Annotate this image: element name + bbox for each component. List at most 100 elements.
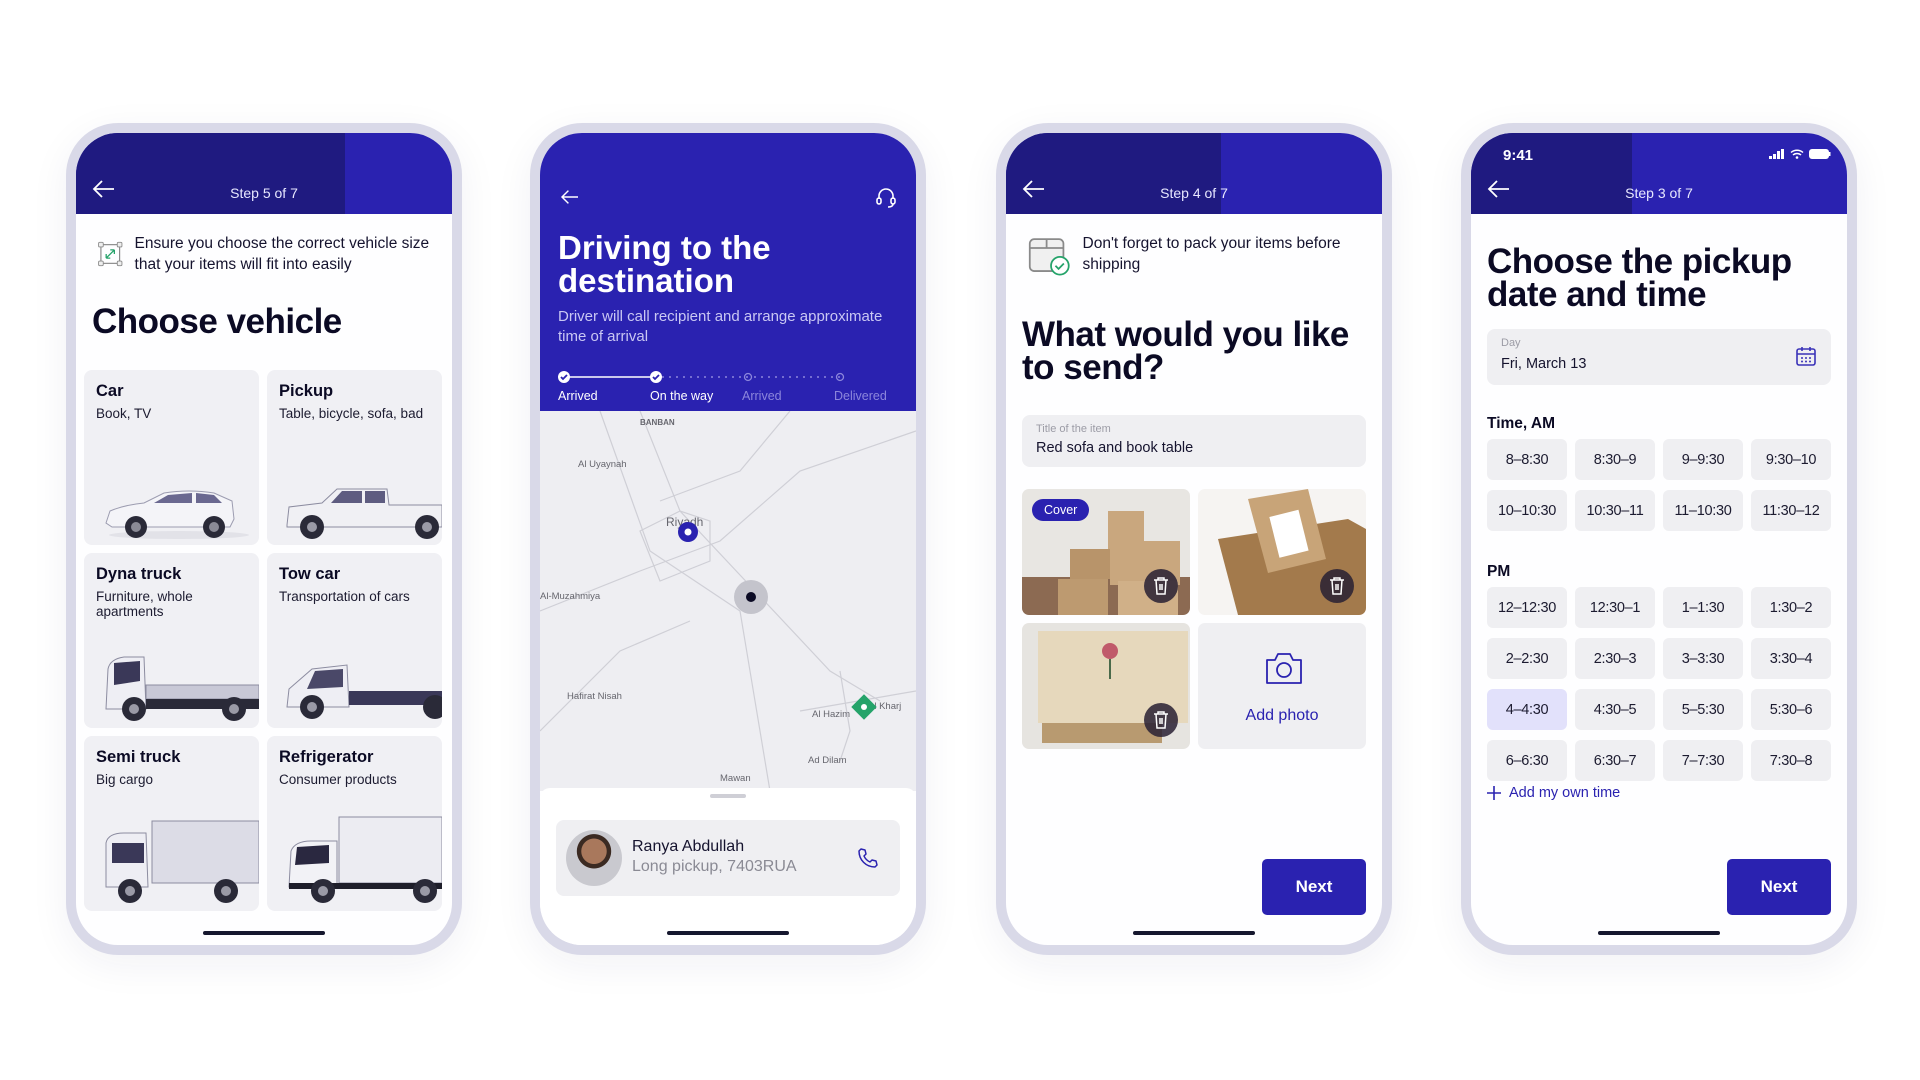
field-label: Day [1501,337,1521,349]
wifi-icon [1790,149,1804,159]
time-slot[interactable]: 6:30–7 [1575,740,1655,781]
photo-thumbnail[interactable] [1022,623,1190,749]
origin-pin-icon[interactable] [675,519,701,545]
next-button[interactable]: Next [1727,859,1831,915]
vehicle-card-car[interactable]: Car Book, TV [84,370,259,545]
signal-icon [1769,149,1784,159]
time-slot[interactable]: 5:30–6 [1751,689,1831,730]
vehicle-desc: Furniture, whole apartments [96,589,193,619]
step-label: Step 4 of 7 [1160,185,1228,201]
phone-icon[interactable] [856,846,880,870]
time-slot[interactable]: 9:30–10 [1751,439,1831,480]
page-title: Choose the pickup date and time [1487,242,1792,314]
progress-step: On the way [650,389,714,403]
next-button[interactable]: Next [1262,859,1366,915]
avatar [566,830,622,886]
vehicle-name: Pickup [279,382,334,400]
phone-item-details: Step 4 of 7 Don't forget to pack your it… [996,123,1392,955]
time-slot[interactable]: 5–5:30 [1663,689,1743,730]
tip-text: Don't forget to pack your items before s… [1082,235,1341,273]
section-pm-label: PM [1487,563,1511,580]
delete-photo-button[interactable] [1320,569,1354,603]
tow-car-image [286,664,442,719]
time-slot[interactable]: 12–12:30 [1487,587,1567,628]
time-slot[interactable]: 8–8:30 [1487,439,1567,480]
map[interactable]: BANBAN Al Uyaynah Riyadh Al-Muzahmiya Ha… [540,411,916,791]
screen: 9:41 Step 3 of 7 Choose the pickup date … [1471,133,1847,945]
delete-photo-button[interactable] [1144,703,1178,737]
map-label: Al-Muzahmiya [540,591,601,602]
time-slot[interactable]: 3:30–4 [1751,638,1831,679]
tip: Ensure you choose the correct vehicle si… [98,233,436,275]
add-photo-button[interactable]: Add photo [1198,623,1366,749]
pm-slot-grid: 12–12:30 12:30–1 1–1:30 1:30–2 2–2:30 2:30–3 3… [1487,587,1831,781]
headset-icon[interactable] [874,185,898,209]
time-slot[interactable]: 10:30–11 [1575,490,1655,531]
header: Driving to the destination Driver will c… [540,133,916,411]
cover-badge: Cover [1032,499,1090,521]
field-label: Title of the item [1036,423,1111,435]
screen: Driving to the destination Driver will c… [540,133,916,945]
vehicle-card-semi-truck[interactable]: Semi truck Big cargo [84,736,259,911]
header: 9:41 Step 3 of 7 [1471,133,1847,214]
item-title-input[interactable]: Title of the item Red sofa and book tabl… [1022,415,1366,467]
photo-thumbnail[interactable]: Cover [1022,489,1190,615]
vehicle-grid: Car Book, TV Pickup Table, bicycle, sofa… [84,370,442,911]
calendar-icon[interactable] [1795,345,1817,367]
delete-photo-button[interactable] [1144,569,1178,603]
time-slot[interactable]: 11:30–12 [1751,490,1831,531]
day-picker[interactable]: Day Fri, March 13 [1487,329,1831,385]
time-slot[interactable]: 4:30–5 [1575,689,1655,730]
time-slot[interactable]: 3–3:30 [1663,638,1743,679]
map-label: Hafirat Nisah [567,691,622,702]
pickup-image [286,488,442,539]
drag-handle[interactable] [710,794,746,798]
vehicle-name: Refrigerator [279,748,374,766]
bottom-sheet: Ranya Abdullah Long pickup, 7403RUA [540,788,916,945]
resize-icon [98,241,123,267]
time-slot[interactable]: 8:30–9 [1575,439,1655,480]
time-slot[interactable]: 7:30–8 [1751,740,1831,781]
page-title: Choose vehicle [92,302,342,341]
tip-text: Ensure you choose the correct vehicle si… [134,235,430,273]
driver-location-icon[interactable] [733,579,769,615]
time-slot[interactable]: 4–4:30 [1487,689,1567,730]
trash-icon [1154,711,1168,729]
delivery-progress: Arrived On the way Arrived Delivered [558,371,898,407]
time-slot[interactable]: 1–1:30 [1663,587,1743,628]
photo-grid: Cover Add photo [1022,489,1366,749]
add-own-time-button[interactable]: Add my own time [1487,785,1620,801]
time-slot[interactable]: 9–9:30 [1663,439,1743,480]
arrow-left-icon[interactable] [560,189,580,205]
vehicle-card-pickup[interactable]: Pickup Table, bicycle, sofa, bad [267,370,442,545]
time-slot[interactable]: 2:30–3 [1575,638,1655,679]
time-slot[interactable]: 7–7:30 [1663,740,1743,781]
time-slot[interactable]: 12:30–1 [1575,587,1655,628]
time-slot[interactable]: 1:30–2 [1751,587,1831,628]
vehicle-card-tow-car[interactable]: Tow car Transportation of cars [267,553,442,728]
vehicle-card-refrigerator[interactable]: Refrigerator Consumer products [267,736,442,911]
time-slot[interactable]: 10–10:30 [1487,490,1567,531]
step-progress-fill [76,133,345,214]
time-slot[interactable]: 2–2:30 [1487,638,1567,679]
car-image [105,490,249,539]
time-slot[interactable]: 6–6:30 [1487,740,1567,781]
vehicle-name: Semi truck [96,748,181,766]
subtitle: Driver will call recipient and arrange a… [558,308,883,345]
vehicle-name: Tow car [279,565,341,583]
photo-thumbnail[interactable] [1198,489,1366,615]
time-slot[interactable]: 11–10:30 [1663,490,1743,531]
step-progress-fill [1006,133,1221,214]
trash-icon [1154,577,1168,595]
destination-pin-icon[interactable] [850,693,878,721]
progress-step: Delivered [834,389,887,403]
am-slot-grid: 8–8:30 8:30–9 9–9:30 9:30–10 10–10:30 10:30–1… [1487,439,1831,531]
vehicle-card-dyna-truck[interactable]: Dyna truck Furniture, whole apartments [84,553,259,728]
vehicle-desc: Big cargo [96,772,154,787]
status-time: 9:41 [1503,147,1534,164]
map-label: Mawan [720,773,751,784]
driver-details: Long pickup, 7403RUA [632,858,797,875]
phone-pickup-time: 9:41 Step 3 of 7 Choose the pickup date … [1461,123,1857,955]
vehicle-name: Car [96,382,124,400]
check-icon [650,371,662,383]
